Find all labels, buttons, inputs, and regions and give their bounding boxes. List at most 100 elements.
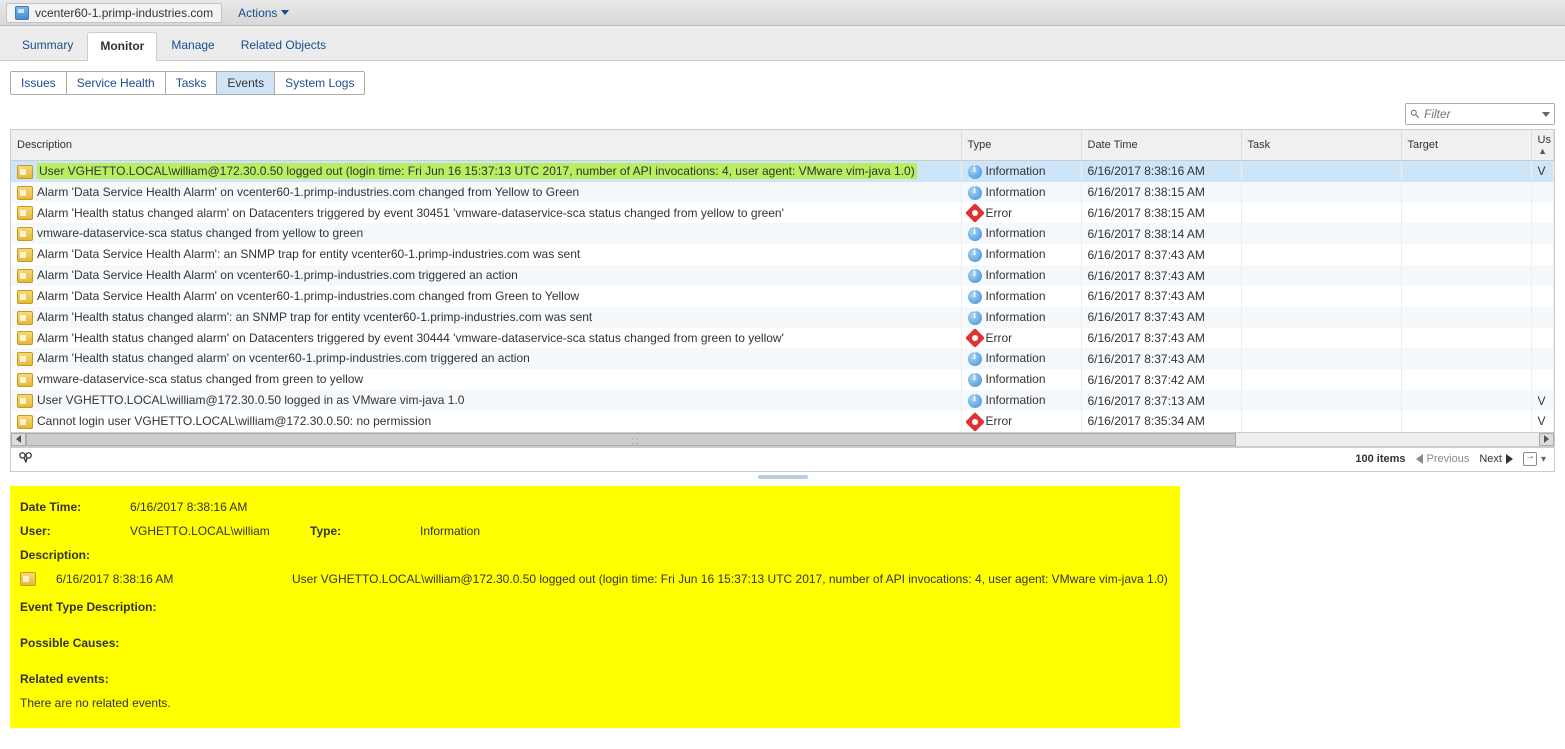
grid-footer: 100 items Previous Next ▾ [11,447,1554,471]
row-type: Error [986,331,1013,345]
row-task [1241,182,1401,203]
row-type: Information [986,185,1046,199]
chevron-down-icon[interactable] [1542,112,1550,117]
col-user[interactable]: Us▲ [1531,130,1554,161]
table-row[interactable]: Alarm 'Health status changed alarm' on D… [11,203,1554,224]
row-datetime: 6/16/2017 8:37:43 AM [1081,244,1241,265]
detail-desc-datetime: 6/16/2017 8:38:16 AM [56,572,276,586]
event-icon [17,248,33,262]
tab-manage[interactable]: Manage [159,32,226,60]
next-page[interactable]: Next [1479,453,1513,465]
find-icon[interactable] [19,451,33,465]
row-user [1531,265,1554,286]
info-icon [968,311,982,325]
row-task [1241,369,1401,390]
row-target [1401,307,1531,328]
table-row[interactable]: Alarm 'Data Service Health Alarm': an SN… [11,244,1554,265]
row-target [1401,161,1531,182]
detail-description-label: Description: [20,548,1170,562]
row-type: Information [986,289,1046,303]
row-task [1241,244,1401,265]
detail-user-value: VGHETTO.LOCAL\william [130,524,290,538]
table-row[interactable]: vmware-dataservice-sca status changed fr… [11,223,1554,244]
tab-summary[interactable]: Summary [10,32,85,60]
row-user: V [1531,390,1554,411]
filter-input[interactable] [1420,105,1538,123]
prev-page[interactable]: Previous [1416,453,1470,465]
row-user [1531,307,1554,328]
row-user [1531,244,1554,265]
table-row[interactable]: vmware-dataservice-sca status changed fr… [11,369,1554,390]
row-datetime: 6/16/2017 8:38:16 AM [1081,161,1241,182]
detail-datetime-value: 6/16/2017 8:38:16 AM [130,500,247,514]
row-target [1401,182,1531,203]
chevron-down-icon [281,10,289,15]
info-icon [968,290,982,304]
col-description[interactable]: Description [11,130,961,161]
host-crumb[interactable]: vcenter60-1.primp-industries.com [6,3,222,23]
row-user [1531,182,1554,203]
top-bar: vcenter60-1.primp-industries.com Actions [0,0,1565,26]
table-row[interactable]: Cannot login user VGHETTO.LOCAL\william@… [11,411,1554,432]
vcenter-icon [15,6,29,20]
tab-related-objects[interactable]: Related Objects [229,32,338,60]
export-icon[interactable] [1523,452,1537,466]
row-datetime: 6/16/2017 8:37:43 AM [1081,328,1241,349]
row-description: Alarm 'Health status changed alarm' on v… [37,351,530,365]
splitter-handle-icon [758,475,808,479]
secondary-tabs: IssuesService HealthTasksEventsSystem Lo… [0,61,1565,103]
row-description: Cannot login user VGHETTO.LOCAL\william@… [37,414,431,428]
row-description: Alarm 'Data Service Health Alarm' on vce… [37,185,579,199]
subtab-service-health[interactable]: Service Health [66,71,166,95]
error-icon [965,329,985,349]
scroll-thumb[interactable]: :: [26,433,1236,446]
col-type[interactable]: Type [961,130,1081,161]
tab-monitor[interactable]: Monitor [87,32,157,61]
header-row: Description Type Date Time Task Target U… [11,130,1554,161]
table-row[interactable]: Alarm 'Health status changed alarm' on D… [11,328,1554,349]
table-row[interactable]: Alarm 'Health status changed alarm': an … [11,307,1554,328]
table-row[interactable]: Alarm 'Data Service Health Alarm' on vce… [11,265,1554,286]
col-task[interactable]: Task [1241,130,1401,161]
row-task [1241,411,1401,432]
actions-menu[interactable]: Actions [230,4,297,22]
row-target [1401,265,1531,286]
col-datetime[interactable]: Date Time [1081,130,1241,161]
row-datetime: 6/16/2017 8:37:13 AM [1081,390,1241,411]
table-row[interactable]: User VGHETTO.LOCAL\william@172.30.0.50 l… [11,390,1554,411]
row-description: Alarm 'Health status changed alarm' on D… [37,206,784,220]
subtab-issues[interactable]: Issues [10,71,67,95]
row-datetime: 6/16/2017 8:38:15 AM [1081,182,1241,203]
event-icon [17,227,33,241]
subtab-system-logs[interactable]: System Logs [274,71,365,95]
events-grid: Description Type Date Time Task Target U… [10,129,1555,472]
table-row[interactable]: Alarm 'Health status changed alarm' on v… [11,348,1554,369]
row-user [1531,369,1554,390]
splitter[interactable] [0,472,1565,482]
row-type: Information [986,226,1046,240]
row-description: Alarm 'Data Service Health Alarm' on vce… [37,268,518,282]
info-icon [968,248,982,262]
table-row[interactable]: Alarm 'Data Service Health Alarm' on vce… [11,286,1554,307]
event-icon [17,269,33,283]
detail-type-label: Type: [310,524,360,538]
row-description: vmware-dataservice-sca status changed fr… [37,226,363,240]
row-datetime: 6/16/2017 8:37:43 AM [1081,265,1241,286]
filter-box[interactable] [1405,103,1555,125]
row-description: vmware-dataservice-sca status changed fr… [37,372,363,386]
triangle-right-icon [1506,454,1513,464]
row-user: V [1531,161,1554,182]
row-target [1401,203,1531,224]
horiz-scrollbar[interactable]: :: [11,432,1554,447]
subtab-tasks[interactable]: Tasks [165,71,218,95]
table-row[interactable]: Alarm 'Data Service Health Alarm' on vce… [11,182,1554,203]
subtab-events[interactable]: Events [216,71,275,95]
table-row[interactable]: User VGHETTO.LOCAL\william@172.30.0.50 l… [11,161,1554,182]
scroll-left-button[interactable] [11,433,26,446]
row-datetime: 6/16/2017 8:38:15 AM [1081,203,1241,224]
col-target[interactable]: Target [1401,130,1531,161]
scroll-right-button[interactable] [1539,433,1554,446]
row-target [1401,348,1531,369]
row-datetime: 6/16/2017 8:37:42 AM [1081,369,1241,390]
triangle-left-icon [1416,454,1423,464]
